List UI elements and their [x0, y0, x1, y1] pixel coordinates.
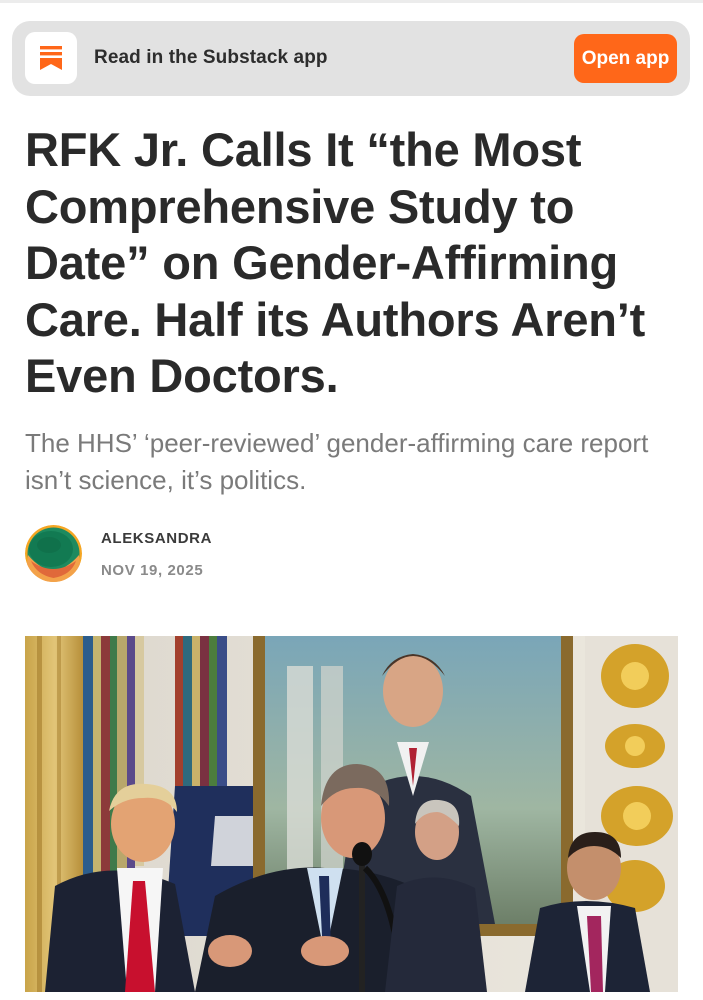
hero-image[interactable]	[25, 636, 678, 992]
app-banner[interactable]: Read in the Substack app Open app	[12, 21, 690, 96]
article-subtitle: The HHS’ ‘peer-reviewed’ gender-affirmin…	[25, 428, 649, 495]
open-app-button[interactable]: Open app	[574, 34, 677, 83]
author-avatar[interactable]	[25, 525, 82, 582]
bottom-edge	[0, 992, 703, 1000]
article-page: Read in the Substack app Open app RFK Jr…	[0, 0, 703, 1000]
author-name[interactable]: ALEKSANDRA	[101, 530, 212, 547]
top-divider	[0, 0, 703, 3]
article-title: RFK Jr. Calls It “the Most Comprehensive…	[25, 123, 646, 402]
banner-text: Read in the Substack app	[94, 47, 328, 68]
press-conference-photo	[25, 636, 678, 992]
publish-date: NOV 19, 2025	[101, 562, 204, 579]
substack-bookmark-icon	[40, 46, 62, 70]
substack-app-icon	[25, 32, 77, 84]
